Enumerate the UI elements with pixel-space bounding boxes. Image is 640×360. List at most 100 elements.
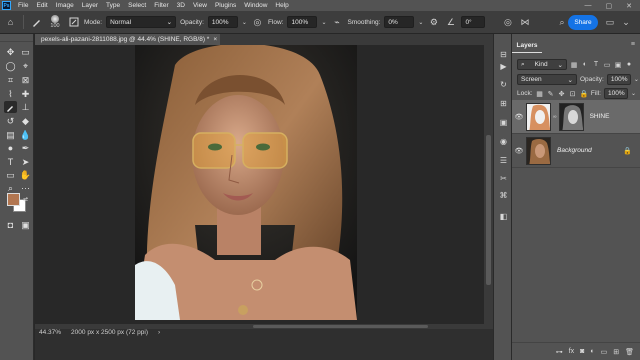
tools-presets-icon[interactable]: ✂ [497,172,510,184]
filter-shape-icon[interactable]: ▭ [603,61,611,69]
chevron-down-icon[interactable]: ⌄ [321,19,326,26]
quick-select-icon[interactable]: ⌖ [19,60,32,72]
swap-colors-icon[interactable]: ⇄ [19,193,32,205]
pen-tool-icon[interactable]: ✒ [19,142,32,154]
menu-select[interactable]: Select [124,0,150,11]
chevron-down-icon[interactable]: ⌄ [634,76,639,83]
group-icon[interactable]: ▭ [601,348,608,356]
layer-comps-icon[interactable]: ◉ [497,135,510,147]
blend-mode-select[interactable]: Screen ⌄ [517,74,577,85]
layer-mask-thumbnail[interactable] [558,102,584,131]
close-window-button[interactable]: ✕ [626,2,632,10]
lock-position-icon[interactable]: ✥ [558,90,566,98]
symmetry-icon[interactable]: ⋈ [518,16,531,29]
airbrush-icon[interactable]: ⌁ [331,16,344,29]
zoom-level[interactable]: 44.37% [39,329,61,336]
layer-row-shine[interactable]: 👁 ∞ SHINE [512,100,640,134]
history-icon[interactable]: ↻ [497,78,510,90]
properties-icon[interactable]: ⊞ [497,97,510,109]
panel-grip[interactable] [0,34,33,42]
dodge-tool-icon[interactable]: ● [4,142,17,154]
menu-view[interactable]: View [189,0,211,11]
minimize-button[interactable]: — [585,2,592,10]
menu-layer[interactable]: Layer [78,0,102,11]
menu-help[interactable]: Help [271,0,292,11]
hand-tool-icon[interactable]: ✋ [19,169,32,181]
menu-window[interactable]: Window [240,0,271,11]
scroll-thumb[interactable] [486,135,491,285]
link-icon[interactable]: ∞ [553,114,557,120]
history-brush-icon[interactable]: ↺ [4,115,17,127]
scroll-thumb[interactable] [253,325,428,328]
eyedropper-icon[interactable]: ⌇ [4,88,17,100]
fx-icon[interactable]: fx [569,348,574,355]
expand-icon[interactable]: ⌄ [620,16,632,28]
lock-pixels-icon[interactable]: ✎ [547,90,555,98]
path-select-icon[interactable]: ➤ [19,156,32,168]
menu-edit[interactable]: Edit [32,0,51,11]
clone-stamp-icon[interactable]: ⊥ [19,101,32,113]
rectangle-tool-icon[interactable]: ▭ [4,169,17,181]
layer-opacity-field[interactable]: 100% [606,74,631,85]
type-tool-icon[interactable]: T [4,156,17,168]
menu-filter[interactable]: Filter [150,0,172,11]
filter-kind-select[interactable]: ⌕ Kind ⌄ [517,59,567,70]
vertical-scrollbar[interactable] [484,45,493,324]
menu-type[interactable]: Type [102,0,124,11]
screen-mode-icon[interactable]: ▣ [19,219,32,231]
move-tool-icon[interactable]: ✥ [4,46,17,58]
brush-settings-icon[interactable] [67,16,80,29]
layer-name[interactable]: Background [557,147,592,154]
gear-icon[interactable]: ⚙ [427,16,440,29]
blur-tool-icon[interactable]: 💧 [19,129,32,141]
fill-field[interactable]: 100% [603,88,628,99]
home-icon[interactable]: ⌂ [4,16,17,29]
document-tab[interactable]: pexels-ali-pazani-2811088.jpg @ 44.4% (S… [35,34,220,45]
play-icon[interactable]: ▶ [497,60,510,72]
angle-field[interactable]: 0° [461,16,486,28]
libraries-icon[interactable]: ▣ [497,116,510,128]
crop-tool-icon[interactable]: ⌗ [4,74,17,86]
panel-menu-icon[interactable]: ≡ [631,41,635,48]
artboard-tool-icon[interactable]: ▭ [19,46,32,58]
layer-name[interactable]: SHINE [590,113,610,120]
chevron-down-icon[interactable]: ⌄ [418,19,423,26]
filter-smart-icon[interactable]: ▣ [614,61,622,69]
workspace-icon[interactable]: ▭ [604,16,616,28]
mode-select[interactable]: Normal ⌄ [106,16,177,28]
close-tab-icon[interactable]: × [213,36,217,43]
opacity-field[interactable]: 100% [207,16,238,28]
visibility-eye-icon[interactable]: 👁 [512,147,526,155]
adjustment-layer-icon[interactable]: ◐ [590,348,594,355]
paths-icon[interactable]: ⌘ [497,189,510,201]
maximize-button[interactable]: ▢ [606,2,613,10]
new-layer-icon[interactable]: ⊞ [613,348,619,356]
smoothing-field[interactable]: 0% [384,16,415,28]
canvas-image[interactable] [135,45,357,320]
frame-tool-icon[interactable]: ⊠ [19,74,32,86]
filter-toggle-icon[interactable]: ● [625,61,633,68]
link-layers-icon[interactable]: ⊶ [556,348,563,356]
lasso-tool-icon[interactable]: ◯ [4,60,17,72]
menu-3d[interactable]: 3D [173,0,189,11]
photoshop-logo[interactable]: Ps [2,1,11,10]
brush-tool-preset-icon[interactable] [30,16,43,29]
share-button[interactable]: Share [568,15,598,30]
menu-plugins[interactable]: Plugins [211,0,240,11]
flow-field[interactable]: 100% [287,16,318,28]
menu-image[interactable]: Image [52,0,78,11]
swatches-icon[interactable]: ◧ [497,210,510,222]
layer-row-background[interactable]: 👁 Background 🔒 [512,134,640,168]
layers-tab[interactable]: Layers [512,39,542,53]
brush-tool-icon[interactable] [4,101,17,113]
search-icon[interactable]: ⌕ [556,16,568,28]
pressure-size-icon[interactable]: ◎ [501,16,514,29]
filter-pixel-icon[interactable]: ▦ [570,61,578,69]
add-mask-icon[interactable]: ◙ [580,348,584,355]
trash-icon[interactable]: 🗑 [625,348,634,356]
menu-file[interactable]: File [14,0,32,11]
visibility-eye-icon[interactable]: 👁 [512,113,526,121]
lock-artboard-icon[interactable]: ⊡ [569,90,577,98]
pressure-opacity-icon[interactable]: ◎ [251,16,264,29]
lock-all-icon[interactable]: 🔒 [580,90,589,98]
